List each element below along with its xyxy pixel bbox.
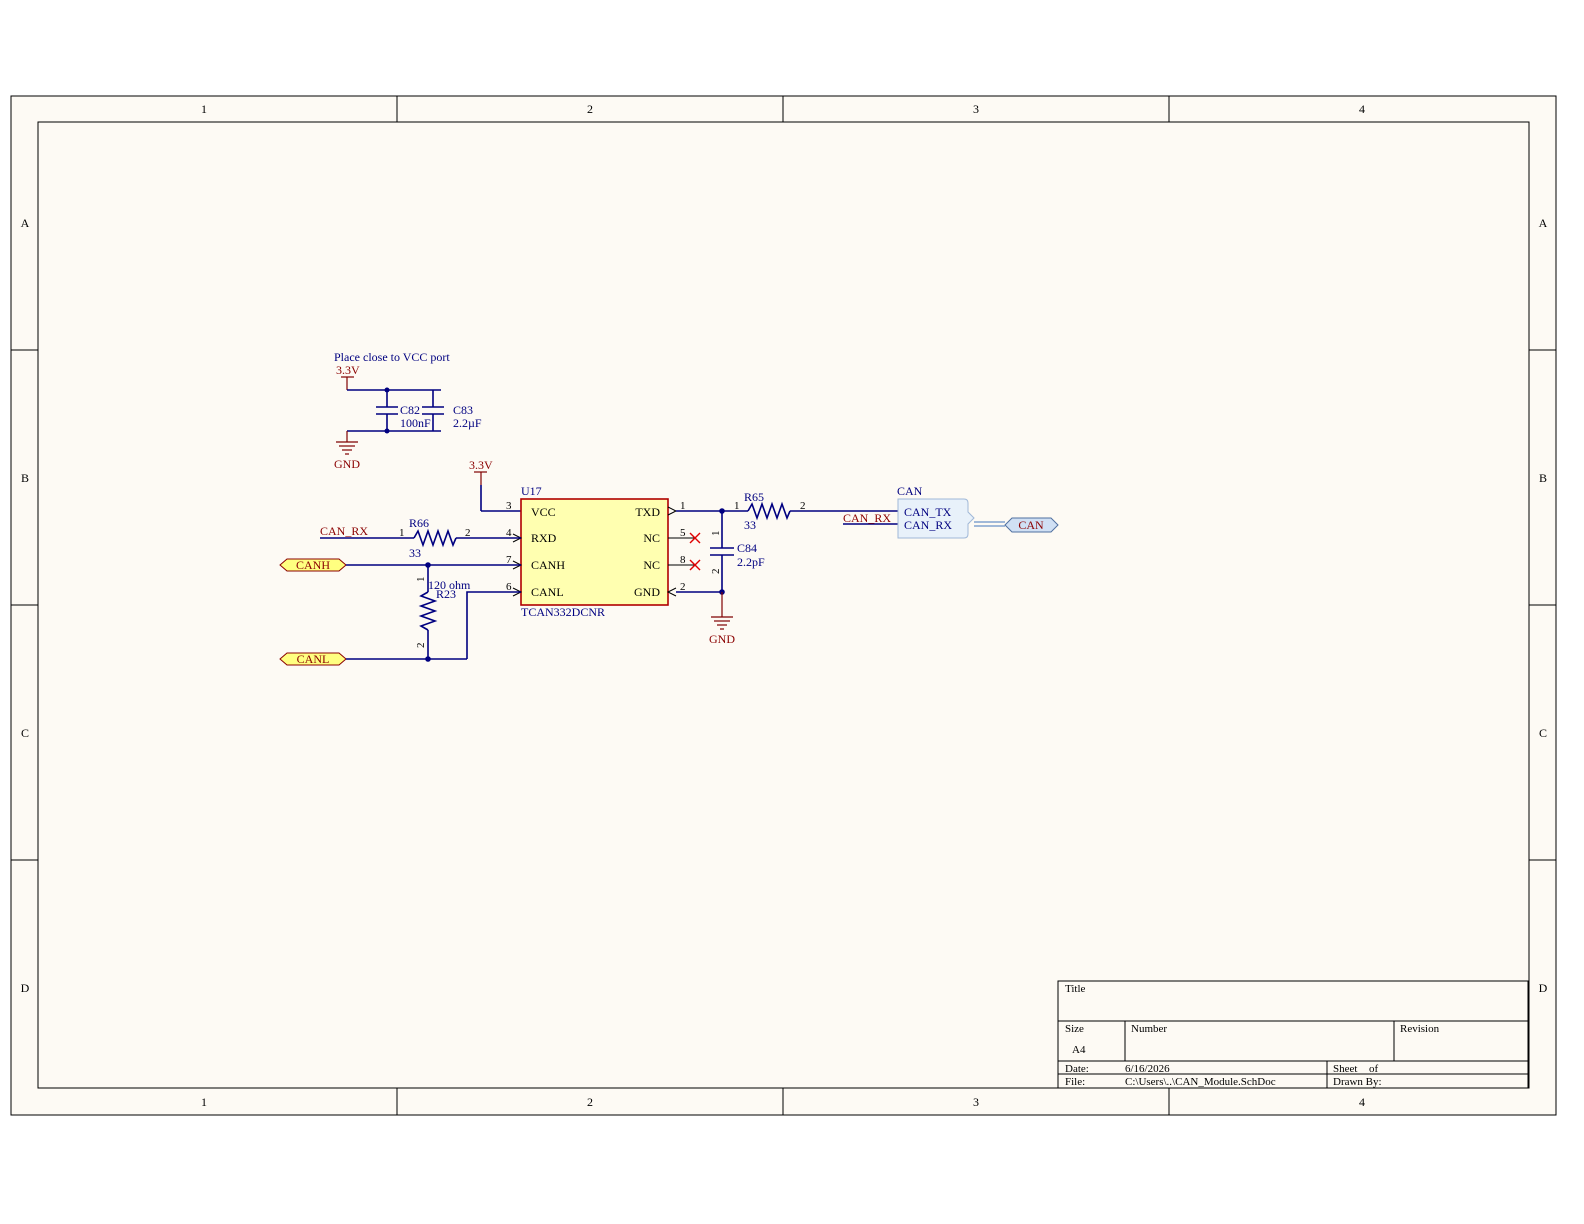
- title-block-size-label: Size: [1065, 1023, 1084, 1035]
- title-block-revision-label: Revision: [1400, 1023, 1440, 1035]
- r23-pin1: 1: [415, 577, 427, 583]
- title-block-size-value: A4: [1072, 1044, 1086, 1056]
- junction-canl: [425, 656, 431, 662]
- ic-u17-ref: U17: [521, 484, 542, 498]
- sheet-inner-border: [37, 121, 1530, 1089]
- zone-row-a-left: A: [21, 216, 30, 230]
- zone-col-1-bottom: 1: [201, 1095, 207, 1109]
- title-block-of-label: of: [1369, 1063, 1379, 1075]
- c84-ref: C84: [737, 541, 757, 555]
- ic-pin-canl: CANL: [531, 585, 564, 599]
- zone-row-b-left: B: [21, 471, 29, 485]
- zone-row-a-right: A: [1539, 216, 1548, 230]
- title-block-sheet-label: Sheet: [1333, 1063, 1357, 1075]
- title-block-file-label: File:: [1065, 1076, 1085, 1088]
- svg-text:GND: GND: [334, 457, 360, 471]
- r66-value: 33: [409, 546, 421, 560]
- svg-text:GND: GND: [709, 632, 735, 646]
- zone-col-3-bottom: 3: [973, 1095, 979, 1109]
- c83-value: 2.2µF: [453, 416, 482, 430]
- zone-col-1-top: 1: [201, 102, 207, 116]
- zone-col-4-top: 4: [1359, 102, 1365, 116]
- ic-pin-vcc: VCC: [531, 505, 556, 519]
- zone-col-3-top: 3: [973, 102, 979, 116]
- r66-ref: R66: [409, 516, 429, 530]
- title-block-date-label: Date:: [1065, 1063, 1089, 1075]
- junction-canh: [425, 562, 431, 568]
- r66-pin1: 1: [399, 527, 405, 539]
- c82-value: 100nF: [400, 416, 431, 430]
- title-block-number-label: Number: [1131, 1023, 1167, 1035]
- svg-text:3.3V: 3.3V: [469, 458, 493, 472]
- c84-value: 2.2pF: [737, 555, 765, 569]
- r65-ref: R65: [744, 490, 764, 504]
- port-can[interactable]: CAN: [1004, 517, 1059, 533]
- c84-pin1: 1: [710, 531, 722, 537]
- zone-row-c-right: C: [1539, 726, 1547, 740]
- r65-pin2: 2: [800, 500, 806, 512]
- decoupling-note: Place close to VCC port: [334, 350, 450, 364]
- port-canh[interactable]: CANH: [279, 558, 347, 572]
- ic-pin-nc-8: NC: [643, 558, 660, 572]
- zone-row-b-right: B: [1539, 471, 1547, 485]
- harness-entry-can-rx: CAN_RX: [904, 518, 952, 532]
- ic-pin-gnd: GND: [634, 585, 660, 599]
- c84-pin2: 2: [710, 569, 722, 575]
- harness-title: CAN: [897, 484, 923, 498]
- ic-pin-txd: TXD: [635, 505, 660, 519]
- r66-pin2: 2: [465, 527, 471, 539]
- ic-pin-canh: CANH: [531, 558, 565, 572]
- title-block-file-value: C:\Users\..\CAN_Module.SchDoc: [1125, 1076, 1276, 1088]
- zone-col-4-bottom: 4: [1359, 1095, 1365, 1109]
- r23-ref: R23: [436, 587, 456, 601]
- ic-pin-num-5: 5: [680, 527, 686, 539]
- svg-text:CANL: CANL: [297, 652, 330, 666]
- zone-col-2-top: 2: [587, 102, 593, 116]
- ic-pin-rxd: RXD: [531, 531, 557, 545]
- net-label-can-rx-right: CAN_RX: [843, 511, 891, 525]
- ic-pin-nc-5: NC: [643, 531, 660, 545]
- title-block-date-value: 6/16/2026: [1125, 1063, 1170, 1075]
- c83-ref: C83: [453, 403, 473, 417]
- zone-col-2-bottom: 2: [587, 1095, 593, 1109]
- r65-pin1: 1: [734, 500, 740, 512]
- ic-pin-num-3: 3: [506, 500, 512, 512]
- c82-ref: C82: [400, 403, 420, 417]
- zone-row-d-left: D: [21, 981, 30, 995]
- schematic-sheet: 1 2 3 4 1 2 3 4 A B C D A B C D Place cl…: [10, 95, 1557, 1116]
- net-label-can-rx-left: CAN_RX: [320, 524, 368, 538]
- svg-text:CAN: CAN: [1018, 518, 1044, 532]
- ic-u17-part: TCAN332DCNR: [521, 605, 605, 619]
- svg-text:CANH: CANH: [296, 558, 330, 572]
- title-block-drawn-by-label: Drawn By:: [1333, 1076, 1382, 1088]
- r65-value: 33: [744, 518, 756, 532]
- harness-entry-can-tx: CAN_TX: [904, 505, 952, 519]
- ic-pin-num-8: 8: [680, 554, 686, 566]
- svg-text:3.3V: 3.3V: [336, 363, 360, 377]
- zone-row-c-left: C: [21, 726, 29, 740]
- port-canl[interactable]: CANL: [279, 652, 347, 666]
- zone-row-d-right: D: [1539, 981, 1548, 995]
- title-block-title-label: Title: [1065, 983, 1086, 995]
- r23-pin2: 2: [415, 643, 427, 649]
